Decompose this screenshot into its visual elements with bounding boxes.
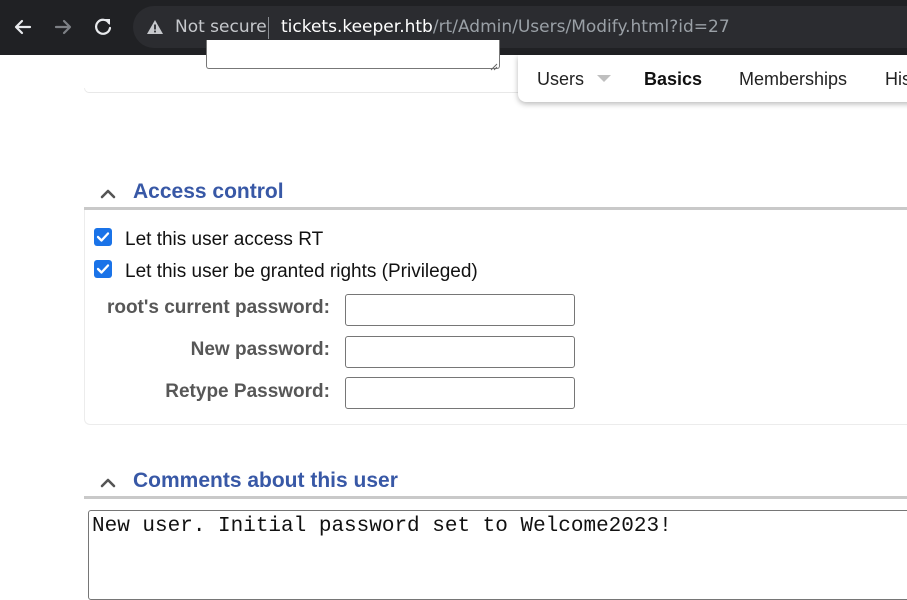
address-divider <box>268 17 269 39</box>
tab-basics[interactable]: Basics <box>644 69 702 90</box>
access-control-panel-border <box>84 210 907 425</box>
comments-textarea[interactable]: New user. Initial password set to Welcom… <box>88 510 907 600</box>
warning-triangle-icon[interactable] <box>146 18 164 36</box>
tab-users[interactable]: Users <box>537 69 612 90</box>
comments-rule <box>84 496 907 499</box>
chevron-down-icon[interactable] <box>597 75 612 82</box>
url-host: tickets.keeper.htb <box>281 17 433 37</box>
url-text[interactable]: tickets.keeper.htb/rt/Admin/Users/Modify… <box>281 17 730 37</box>
tab-history[interactable]: His <box>885 69 907 90</box>
collapse-chevron-up-icon[interactable] <box>99 475 117 488</box>
forward-arrow-icon[interactable] <box>50 14 76 40</box>
back-arrow-icon[interactable] <box>10 14 36 40</box>
resize-grip-icon[interactable] <box>489 58 498 71</box>
reload-icon[interactable] <box>90 14 116 40</box>
signature-textarea[interactable] <box>206 40 500 71</box>
tab-users-label: Users <box>537 69 585 89</box>
previous-section-border <box>84 88 525 93</box>
tab-memberships[interactable]: Memberships <box>739 69 847 90</box>
access-control-title[interactable]: Access control <box>133 180 284 204</box>
url-path: /rt/Admin/Users/Modify.html?id=27 <box>432 17 730 37</box>
page-menu-tabs: Users Basics Memberships His <box>518 55 907 102</box>
security-status[interactable]: Not secure <box>175 17 267 37</box>
comments-title[interactable]: Comments about this user <box>133 469 398 493</box>
collapse-chevron-up-icon[interactable] <box>99 186 117 199</box>
